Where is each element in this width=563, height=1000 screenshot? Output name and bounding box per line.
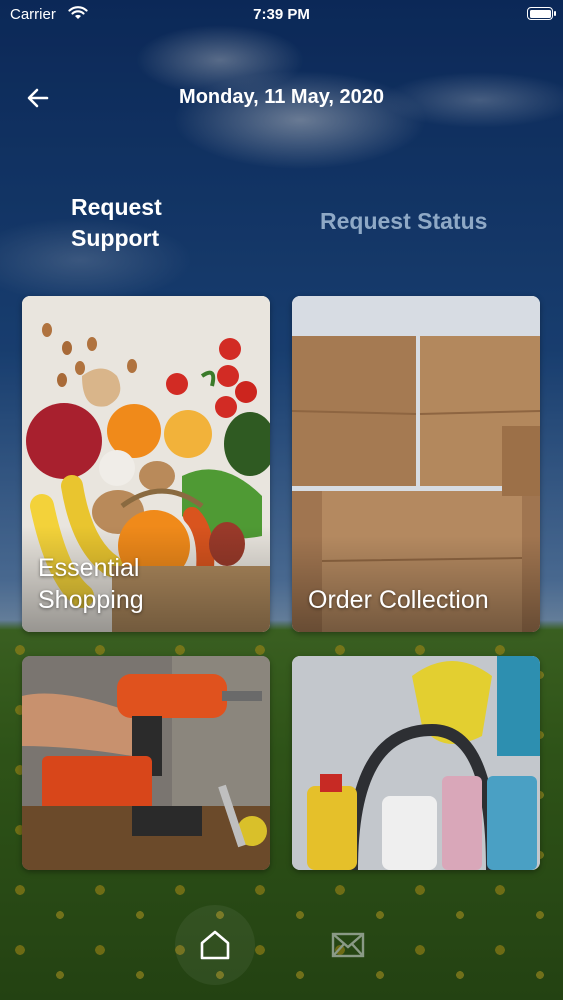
page-title: Monday, 11 May, 2020	[179, 86, 384, 108]
status-bar: Carrier 7:39 PM	[0, 0, 563, 30]
diy-tools-card[interactable]	[22, 656, 270, 870]
cardboard-boxes-photo	[292, 296, 540, 632]
tab-request-status[interactable]: Request Status	[320, 208, 487, 235]
cleaning-card[interactable]	[292, 656, 540, 870]
tab-home[interactable]	[175, 905, 255, 985]
navigation-bar: Monday, 11 May, 2020	[0, 72, 563, 126]
mail-icon	[331, 932, 365, 958]
card-label: Essential Shopping	[38, 554, 144, 614]
order-collection-card[interactable]: Order Collection	[292, 296, 540, 632]
home-icon	[200, 930, 230, 960]
essential-shopping-card[interactable]: Essential Shopping	[22, 296, 270, 632]
power-drill-tools-photo	[22, 656, 270, 870]
battery-icon	[527, 7, 556, 20]
clock: 7:39 PM	[253, 6, 310, 23]
tab-request-support[interactable]: Request Support	[71, 192, 201, 254]
card-label: Order Collection	[308, 586, 489, 614]
segment-tabs: Request Support Request Status	[0, 192, 563, 262]
bottom-tab-bar	[0, 905, 563, 985]
cleaning-supplies-photo	[292, 656, 540, 870]
tab-mail[interactable]	[318, 915, 378, 975]
